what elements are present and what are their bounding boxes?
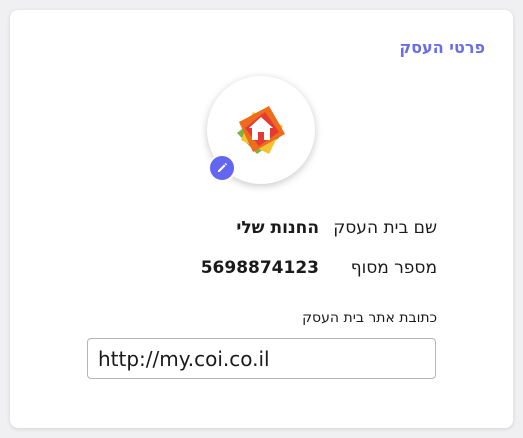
- website-input[interactable]: [87, 338, 436, 379]
- business-name-value: החנות שלי: [236, 218, 319, 238]
- card-title: פרטי העסק: [399, 38, 485, 57]
- edit-logo-button[interactable]: [208, 154, 236, 182]
- dealer-number-row: מספר מסוף 5698874123: [201, 258, 437, 278]
- house-logo-icon: [237, 106, 285, 154]
- website-label: כתובת אתר בית העסק: [302, 310, 437, 326]
- business-name-label: שם בית העסק: [333, 218, 437, 238]
- dealer-number-label: מספר מסוף: [350, 258, 437, 278]
- dealer-number-value: 5698874123: [200, 258, 319, 278]
- pencil-icon: [218, 162, 228, 172]
- business-details-card: פרטי העסק שם בית העסק החנות שלי מספר מסוף…: [10, 10, 513, 428]
- business-name-row: שם בית העסק החנות שלי: [236, 218, 437, 238]
